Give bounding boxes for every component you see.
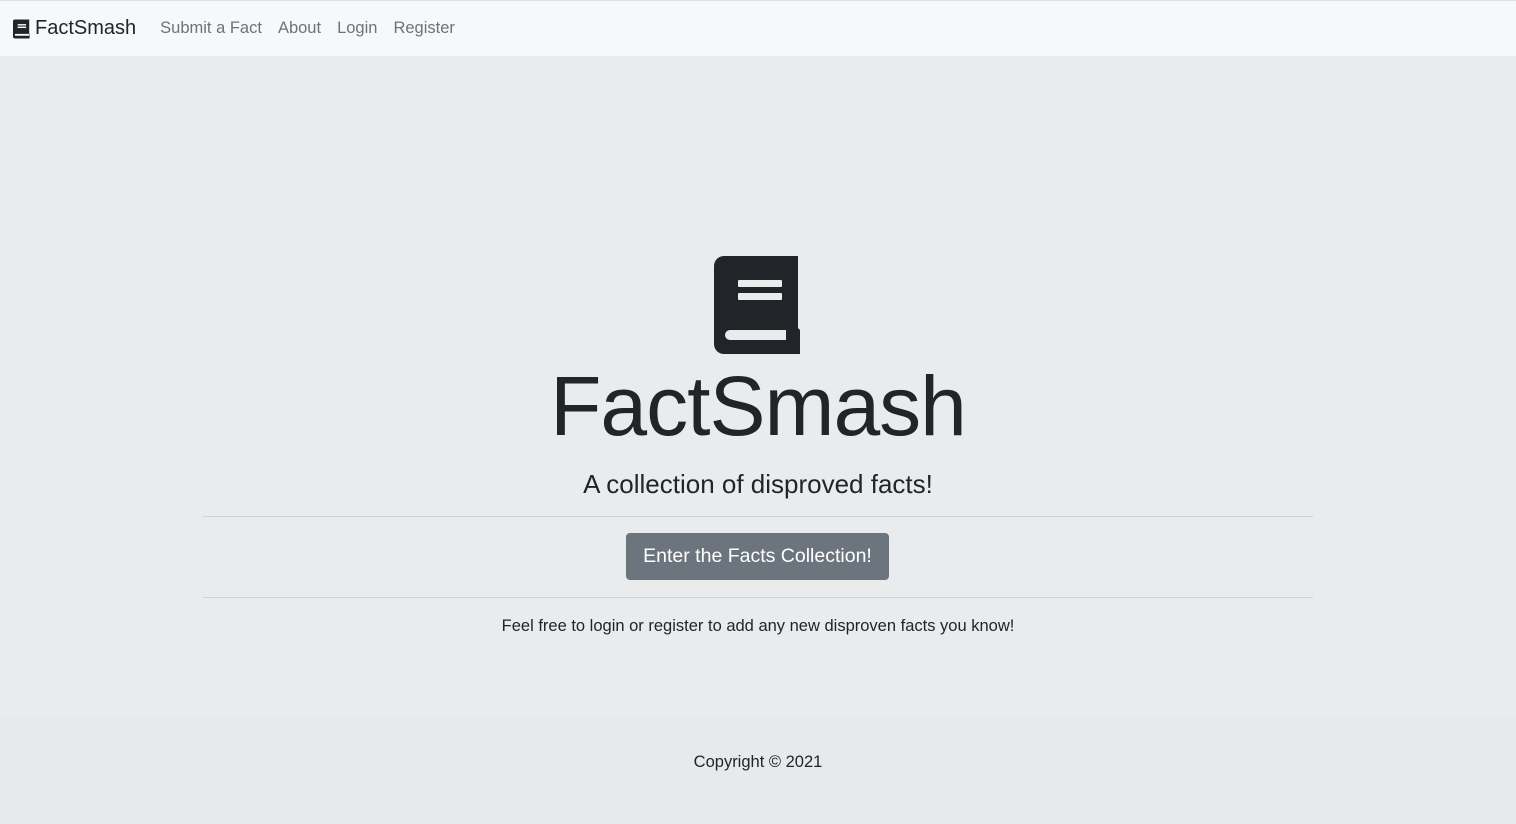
brand-label: FactSmash [35,17,137,39]
hero-subtitle: A collection of disproved facts! [583,469,933,499]
hero-section: FactSmash A collection of disproved fact… [0,56,1516,716]
divider [203,597,1313,598]
top-navbar: FactSmash Submit a Fact About Login Regi… [0,0,1516,56]
nav-link-login[interactable]: Login [329,19,385,38]
hero-note: Feel free to login or register to add an… [501,617,1015,635]
book-icon [714,256,800,354]
nav-link-about[interactable]: About [270,19,329,38]
nav-link-register[interactable]: Register [385,19,462,38]
brand-link[interactable]: FactSmash [13,17,136,40]
divider [203,516,1313,517]
enter-facts-collection-button[interactable]: Enter the Facts Collection! [626,533,889,580]
copyright-text: Copyright © 2021 [693,753,823,771]
nav-links: Submit a Fact About Login Register [152,19,463,38]
nav-link-submit-a-fact[interactable]: Submit a Fact [152,19,270,38]
book-icon [13,19,30,38]
footer: Copyright © 2021 [0,716,1516,824]
hero-title: FactSmash [550,359,967,453]
